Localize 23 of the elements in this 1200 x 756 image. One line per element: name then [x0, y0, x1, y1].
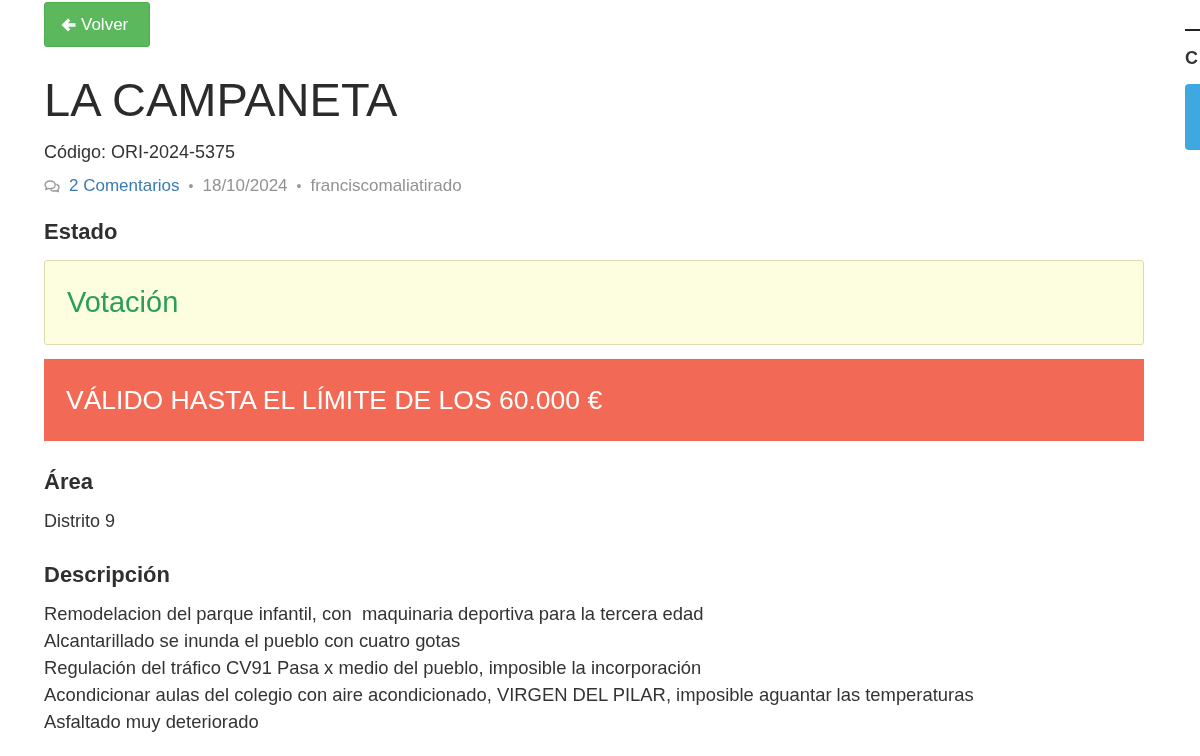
sidebar-heading: C — [1185, 47, 1199, 70]
comments-link[interactable]: 2 Comentarios — [69, 175, 180, 197]
description-line: Alcantarillado se inunda el pueblo con cuatro gotas — [44, 629, 462, 653]
section-heading: Descripción — [44, 561, 170, 589]
sidebar-button[interactable] — [1185, 84, 1200, 150]
description-line: Acondicionar aulas del colegio con aire acondicionado, VIRGEN DEL PILAR, imposible aguantar las temperaturas — [44, 683, 974, 707]
area-text: Distrito 9 — [44, 510, 115, 533]
page-title: LA CAMPANETA — [44, 72, 398, 128]
section-heading: Estado — [44, 218, 118, 246]
description-line: Asfaltado muy deteriorado — [44, 710, 260, 734]
separator-dot: • — [188, 177, 194, 196]
description-line: Remodelacion del parque infantil, con maquinaria deportiva para la tercera edad — [44, 602, 705, 626]
code-text: Código: ORI-2024-5375 — [44, 141, 236, 164]
comments-icon — [44, 179, 60, 193]
date-text: 18/10/2024 — [202, 175, 288, 197]
section-heading: Área — [44, 468, 93, 496]
separator-dot: • — [296, 177, 302, 196]
limit-text: VÁLIDO HASTA EL LÍMITE DE LOS 60.000 € — [66, 384, 603, 416]
description-line: Regulación del tráfico CV91 Pasa x medio del pueblo, imposible la incorporación — [44, 656, 703, 680]
arrow-left-icon — [61, 17, 76, 32]
back-button[interactable]: Volver — [44, 2, 150, 47]
author-text: franciscomaliatirado — [310, 175, 462, 197]
status-text: Votación — [67, 286, 179, 319]
